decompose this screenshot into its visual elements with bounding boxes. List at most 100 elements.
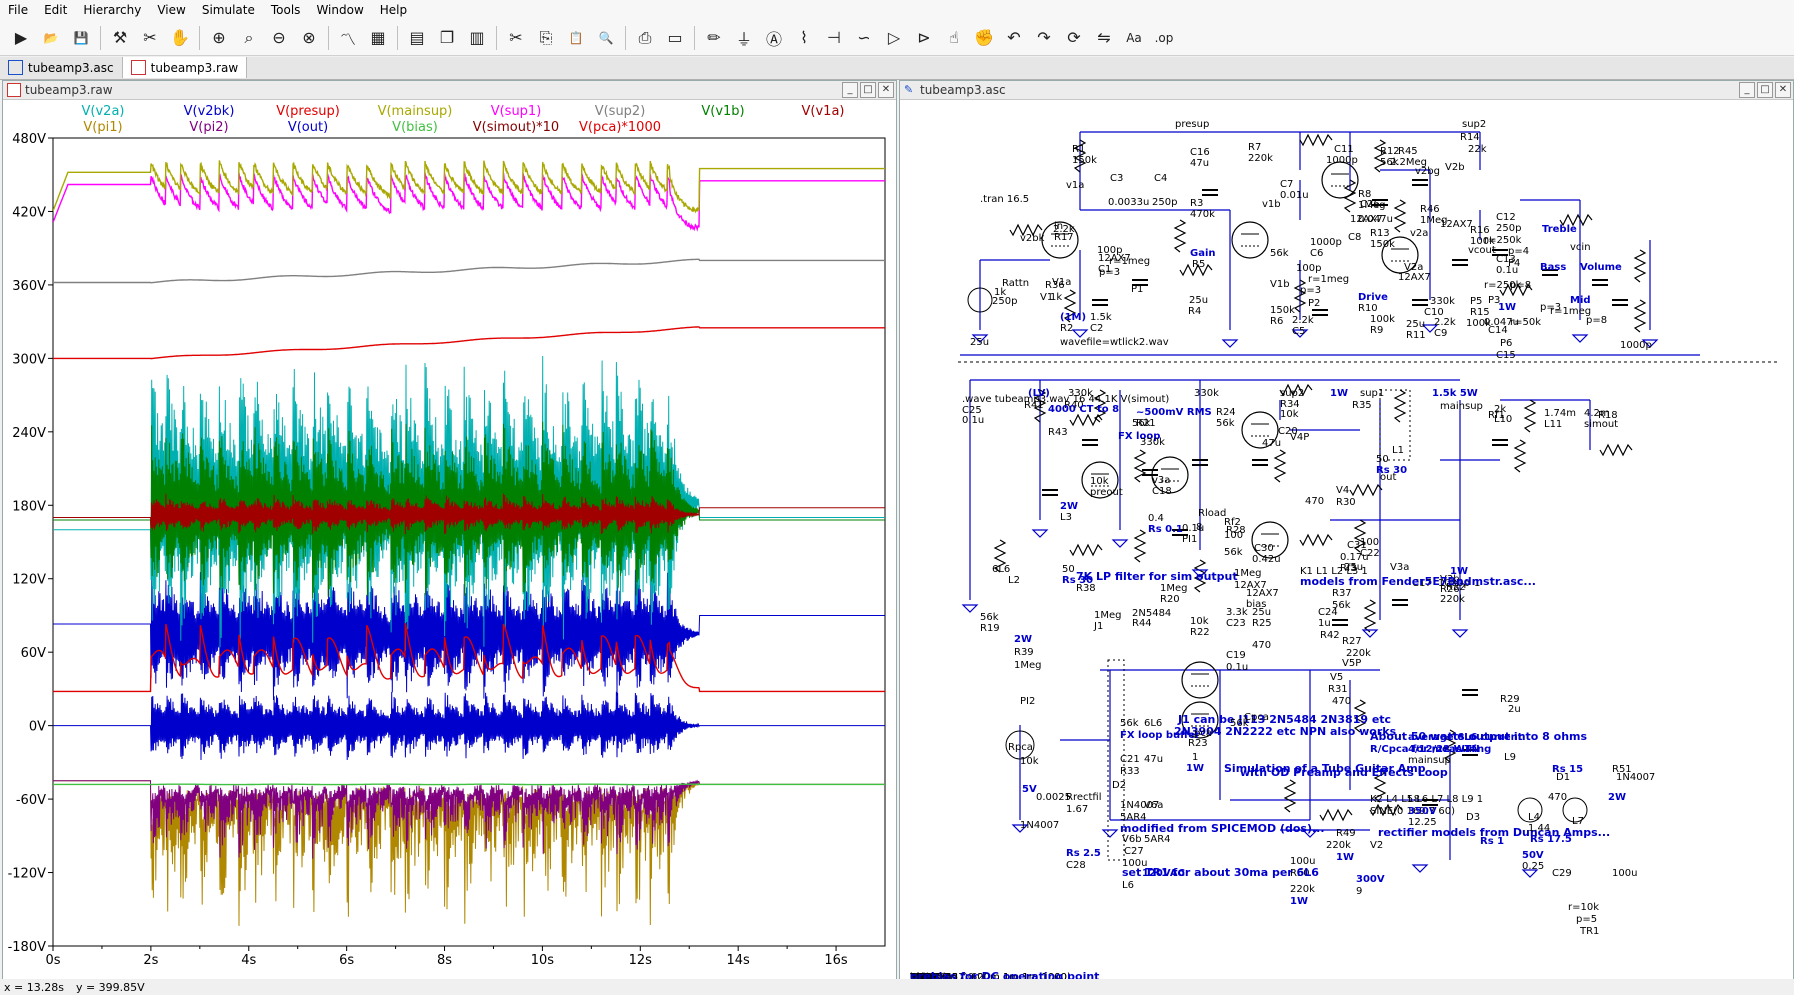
resistor-symbol[interactable] <box>1299 533 1333 547</box>
run-icon[interactable]: ▶ <box>8 25 34 51</box>
resistor-symbol[interactable] <box>1319 808 1353 822</box>
mirror-icon[interactable]: ⇋ <box>1091 25 1117 51</box>
tile-v-icon[interactable]: ▥ <box>464 25 490 51</box>
schematic-label: R23 <box>1188 738 1208 749</box>
ground-icon <box>1111 539 1129 548</box>
menu-file[interactable]: File <box>0 3 36 17</box>
resistor-symbol[interactable] <box>1273 449 1287 483</box>
legend-entry[interactable]: V(v2bk) <box>184 104 235 119</box>
cascade-icon[interactable]: ❐ <box>434 25 460 51</box>
minimize-button[interactable]: _ <box>842 82 858 98</box>
menu-simulate[interactable]: Simulate <box>194 3 263 17</box>
tube-symbol[interactable] <box>1181 661 1219 699</box>
maximize-button[interactable]: □ <box>1757 82 1773 98</box>
legend-entry[interactable]: V(pi1) <box>83 120 122 135</box>
resistor-symbol[interactable] <box>1133 529 1147 563</box>
resistor-symbol[interactable] <box>1069 543 1103 557</box>
legend-entry[interactable]: V(sup2) <box>595 104 646 119</box>
legend-entry[interactable]: V(pca)*1000 <box>579 120 661 135</box>
grid-icon[interactable]: ▦ <box>365 25 391 51</box>
resistor-symbol[interactable] <box>1283 779 1297 813</box>
capacitor-icon[interactable]: ⊣ <box>821 25 847 51</box>
redo-icon[interactable]: ↷ <box>1031 25 1057 51</box>
component-icon[interactable]: ⊳ <box>911 25 937 51</box>
legend-entry[interactable]: V(pi2) <box>189 120 228 135</box>
label-icon[interactable]: Ⓐ <box>761 25 787 51</box>
pan-icon[interactable]: ✋ <box>167 25 193 51</box>
resistor-symbol[interactable] <box>1633 249 1647 283</box>
move-icon[interactable]: ☝ <box>941 25 967 51</box>
waveform-plot-area[interactable]: V(v2a) V(v2bk) V(presup) V(mainsup) V(sup1) V… <box>3 100 894 987</box>
legend-entry[interactable]: V(v1b) <box>701 104 744 119</box>
resistor-symbol[interactable] <box>1299 133 1333 147</box>
tube-symbol[interactable] <box>1231 221 1269 259</box>
paste-icon[interactable]: 📋 <box>563 25 589 51</box>
rotate-icon[interactable]: ⟳ <box>1061 25 1087 51</box>
legend-entry[interactable]: V(out) <box>288 120 328 135</box>
text-icon[interactable]: Aa <box>1121 25 1147 51</box>
close-button[interactable]: ✕ <box>878 82 894 98</box>
zoom-fit-icon[interactable]: ⌕ <box>236 25 262 51</box>
menu-hierarchy[interactable]: Hierarchy <box>75 3 149 17</box>
y-tick-label: 420V <box>12 205 46 220</box>
resistor-symbol[interactable] <box>1393 199 1407 233</box>
close-button[interactable]: ✕ <box>1775 82 1791 98</box>
resistor-symbol[interactable] <box>1363 599 1377 633</box>
resistor-symbol[interactable] <box>1133 449 1147 483</box>
schematic-label: D1 <box>1556 772 1570 783</box>
zoom-out-icon[interactable]: ⊖ <box>266 25 292 51</box>
legend-entry[interactable]: V(simout)*10 <box>473 120 559 135</box>
menu-help[interactable]: Help <box>372 3 415 17</box>
schematic-label: (LV) <box>1028 388 1050 399</box>
schematic-canvas[interactable]: presup sup2 .tran 16.5 R1 150k v1a C3 0.0033u C4… <box>900 100 1793 988</box>
waveform-icon <box>130 60 146 75</box>
zoom-in-icon[interactable]: ⊕ <box>206 25 232 51</box>
copy-icon[interactable]: ⎘ <box>533 25 559 51</box>
print-setup-icon[interactable]: ▭ <box>662 25 688 51</box>
tab-tubeamp3-raw[interactable]: tubeamp3.raw <box>122 57 248 78</box>
schematic-label: 470 <box>1305 496 1324 507</box>
tile-h-icon[interactable]: ▤ <box>404 25 430 51</box>
spice-directive-icon[interactable]: .op <box>1151 25 1177 51</box>
resistor-symbol[interactable] <box>1633 299 1647 333</box>
wire-icon[interactable]: ✏ <box>701 25 727 51</box>
resistor-symbol[interactable] <box>1393 389 1407 423</box>
menu-view[interactable]: View <box>149 3 193 17</box>
save-icon[interactable]: 💾 <box>68 25 94 51</box>
menu-tools[interactable]: Tools <box>263 3 309 17</box>
minimize-button[interactable]: _ <box>1739 82 1755 98</box>
resistor-symbol[interactable] <box>1523 399 1537 433</box>
open-icon[interactable]: 📂 <box>38 25 64 51</box>
undo-icon[interactable]: ↶ <box>1001 25 1027 51</box>
menu-window[interactable]: Window <box>308 3 371 17</box>
tube-symbol[interactable] <box>1321 161 1359 199</box>
maximize-button[interactable]: □ <box>860 82 876 98</box>
legend-entry[interactable]: V(bias) <box>392 120 438 135</box>
inductor-icon[interactable]: ∽ <box>851 25 877 51</box>
diode-icon[interactable]: ▷ <box>881 25 907 51</box>
legend-entry[interactable]: V(presup) <box>276 104 340 119</box>
print-icon[interactable]: ⎙ <box>632 25 658 51</box>
drag-icon[interactable]: ✊ <box>971 25 997 51</box>
resistor-symbol[interactable] <box>1513 439 1527 473</box>
zoom-cancel-icon[interactable]: ⊗ <box>296 25 322 51</box>
menu-edit[interactable]: Edit <box>36 3 75 17</box>
x-tick-label: 8s <box>437 953 452 968</box>
tab-tubeamp3-asc[interactable]: tubeamp3.asc <box>0 57 123 78</box>
legend-entry[interactable]: V(sup1) <box>491 104 542 119</box>
find-icon[interactable]: 🔍 <box>593 25 619 51</box>
cut-icon[interactable]: ✂ <box>503 25 529 51</box>
legend-entry[interactable]: V(v1a) <box>802 104 845 119</box>
status-bar: x = 13.28s y = 399.85V <box>0 979 1794 995</box>
autorange-icon[interactable]: 〽 <box>335 25 361 51</box>
legend-entry[interactable]: V(v2a) <box>82 104 125 119</box>
ground-icon[interactable]: ⏚ <box>731 25 757 51</box>
schematic-label: R22 <box>1190 627 1210 638</box>
control-panel-icon[interactable]: ⚒ <box>107 25 133 51</box>
resistor-symbol[interactable] <box>1599 443 1633 457</box>
resistor-symbol[interactable] <box>1173 219 1187 253</box>
resistor-symbol[interactable] <box>1349 483 1383 497</box>
legend-entry[interactable]: V(mainsup) <box>378 104 453 119</box>
halt-icon[interactable]: ✂ <box>137 25 163 51</box>
resistor-icon[interactable]: ⌇ <box>791 25 817 51</box>
